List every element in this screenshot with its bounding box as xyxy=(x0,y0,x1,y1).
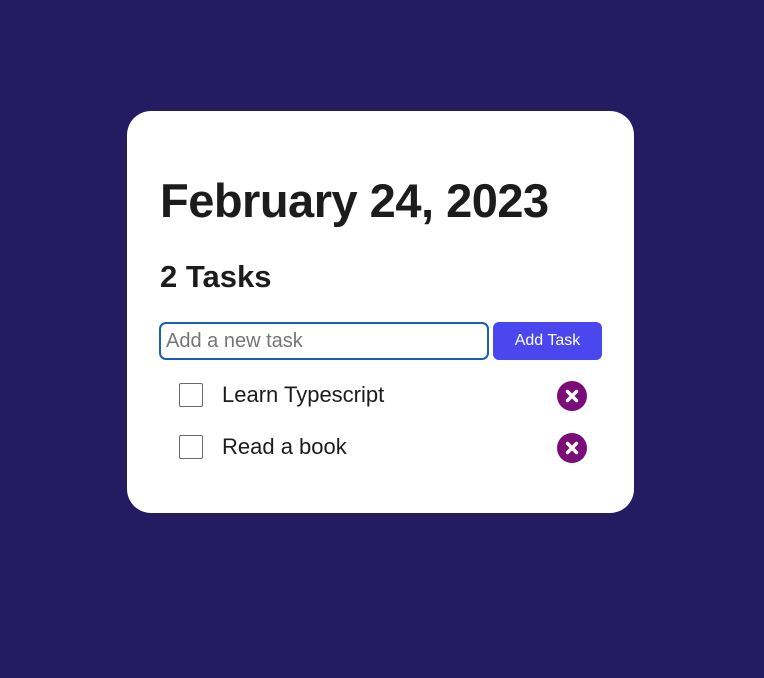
new-task-input[interactable] xyxy=(159,322,489,360)
task-count: 2 Tasks xyxy=(160,259,272,294)
todo-card: February 24, 2023 2 Tasks Add Task Learn… xyxy=(127,111,634,513)
close-circle-icon[interactable] xyxy=(557,433,587,463)
add-task-button[interactable]: Add Task xyxy=(493,322,602,360)
close-circle-icon[interactable] xyxy=(557,381,587,411)
task-label: Learn Typescript xyxy=(222,382,385,407)
task-label: Read a book xyxy=(222,434,347,459)
task-checkbox[interactable] xyxy=(179,435,203,459)
task-item: Read a book xyxy=(179,425,587,477)
task-item: Learn Typescript xyxy=(179,373,587,425)
date-heading: February 24, 2023 xyxy=(160,174,549,227)
task-list: Learn Typescript Read a book xyxy=(179,373,587,477)
task-checkbox[interactable] xyxy=(179,383,203,407)
